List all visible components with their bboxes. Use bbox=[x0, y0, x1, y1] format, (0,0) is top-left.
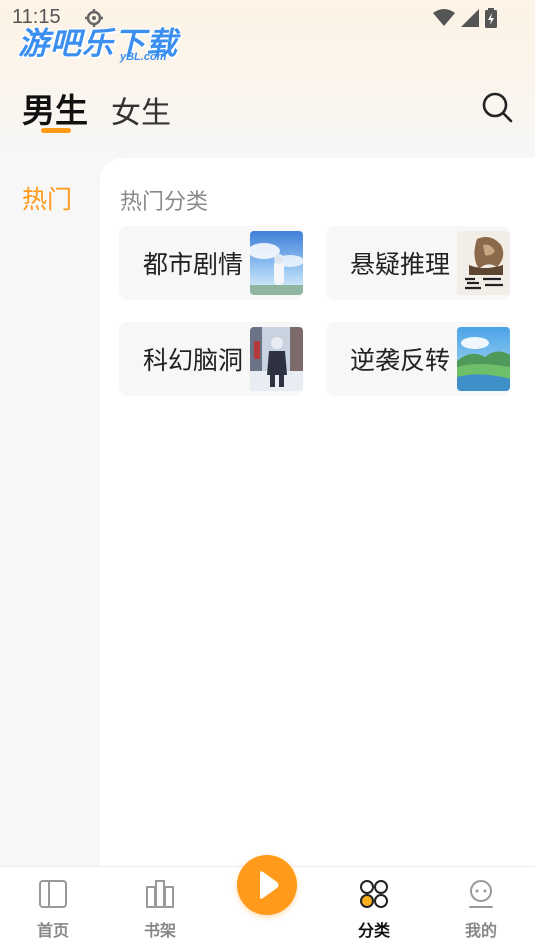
play-icon bbox=[260, 871, 279, 899]
category-card-comeback[interactable]: 逆袭反转 bbox=[326, 322, 510, 396]
nav-profile[interactable]: 我的 bbox=[441, 867, 521, 951]
active-tab-indicator bbox=[41, 128, 71, 133]
category-icon bbox=[360, 880, 388, 908]
category-label: 逆袭反转 bbox=[350, 346, 451, 375]
play-button[interactable] bbox=[237, 855, 297, 915]
nav-label: 分类 bbox=[357, 921, 390, 940]
category-label: 科幻脑洞 bbox=[143, 346, 244, 375]
nav-bookshelf[interactable]: 书架 bbox=[120, 867, 200, 951]
nav-label: 书架 bbox=[143, 921, 176, 940]
category-card-mystery[interactable]: 悬疑推理 bbox=[326, 226, 510, 300]
category-thumbnail bbox=[250, 327, 303, 391]
watermark-sub: yBL.com bbox=[120, 51, 167, 63]
watermark-logo: 游吧乐下载 yBL.com bbox=[18, 18, 186, 66]
rail-item-hot[interactable]: 热门 bbox=[22, 180, 72, 216]
tab-female[interactable]: 女生 bbox=[111, 88, 171, 132]
bookshelf-icon bbox=[146, 880, 174, 908]
category-thumbnail bbox=[457, 327, 510, 391]
category-thumbnail bbox=[250, 231, 303, 295]
category-thumbnail bbox=[457, 231, 510, 295]
status-icons bbox=[433, 8, 497, 28]
section-title: 热门分类 bbox=[120, 190, 209, 215]
wifi-icon bbox=[433, 9, 455, 26]
nav-label: 我的 bbox=[464, 921, 497, 940]
category-card-scifi[interactable]: 科幻脑洞 bbox=[119, 322, 303, 396]
category-label: 悬疑推理 bbox=[350, 250, 451, 279]
nav-home[interactable]: 首页 bbox=[13, 867, 93, 951]
battery-icon bbox=[485, 8, 497, 28]
nav-category[interactable]: 分类 bbox=[334, 867, 414, 951]
category-rail: 热门 bbox=[0, 160, 100, 866]
category-card-urban[interactable]: 都市剧情 bbox=[119, 226, 303, 300]
category-panel: 热门分类 都市剧情 悬疑推理 科幻脑洞 逆袭反转 bbox=[100, 158, 535, 868]
profile-icon bbox=[469, 880, 493, 908]
nav-label: 首页 bbox=[36, 921, 69, 940]
tab-male[interactable]: 男生 bbox=[22, 84, 88, 132]
book-icon bbox=[39, 880, 67, 908]
search-icon[interactable] bbox=[480, 90, 514, 124]
signal-icon bbox=[461, 9, 479, 27]
category-label: 都市剧情 bbox=[143, 250, 244, 279]
